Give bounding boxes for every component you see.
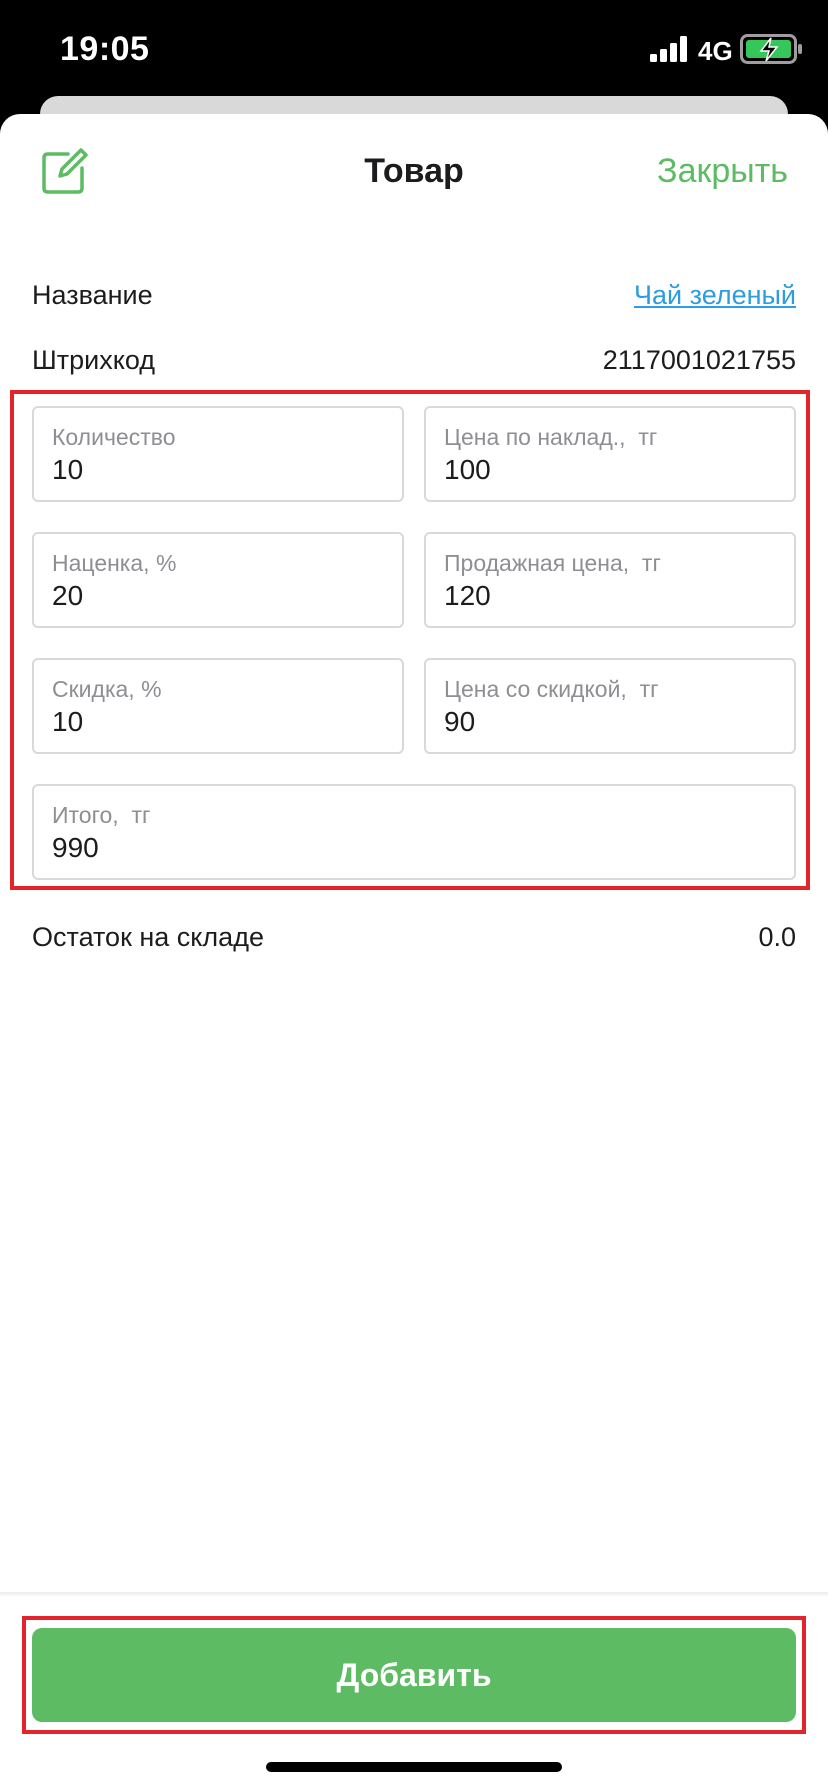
barcode-row: Штрихкод 2117001021755	[32, 345, 796, 389]
name-row: Название Чай зеленый	[32, 280, 796, 324]
product-name-link[interactable]: Чай зеленый	[634, 280, 796, 311]
battery-charging-icon	[740, 34, 802, 64]
quantity-label: Количество	[52, 424, 176, 450]
status-bar: 19:05 4G	[0, 0, 828, 100]
barcode-label: Штрихкод	[32, 345, 156, 375]
discounted-price-value: 90	[444, 706, 476, 737]
markup-value: 20	[52, 580, 84, 611]
sale-price-value: 120	[444, 580, 491, 611]
stock-row: Остаток на складе 0.0	[32, 922, 796, 966]
signal-icon	[650, 36, 687, 62]
status-time: 19:05	[60, 30, 150, 68]
total-value: 990	[52, 832, 99, 863]
add-button[interactable]: Добавить	[32, 1628, 796, 1722]
discount-value: 10	[52, 706, 84, 737]
markup-label: Наценка, %	[52, 550, 177, 576]
total-label: Итого, тг	[52, 802, 151, 828]
sale-price-field[interactable]: Продажная цена, тг 120	[424, 532, 796, 628]
stock-value: 0.0	[758, 922, 796, 952]
total-field[interactable]: Итого, тг 990	[32, 784, 796, 880]
discount-field[interactable]: Скидка, % 10	[32, 658, 404, 754]
markup-field[interactable]: Наценка, % 20	[32, 532, 404, 628]
sale-price-label: Продажная цена, тг	[444, 550, 661, 576]
discounted-price-field[interactable]: Цена со скидкой, тг 90	[424, 658, 796, 754]
discount-label: Скидка, %	[52, 676, 162, 702]
invoice-price-field[interactable]: Цена по наклад., тг 100	[424, 406, 796, 502]
stock-label: Остаток на складе	[32, 922, 264, 952]
name-label: Название	[32, 280, 153, 310]
network-label: 4G	[698, 36, 733, 66]
bottom-divider	[0, 1592, 828, 1596]
invoice-price-value: 100	[444, 454, 491, 485]
invoice-price-label: Цена по наклад., тг	[444, 424, 658, 450]
product-sheet: Товар Закрыть Название Чай зеленый Штрих…	[0, 114, 828, 1792]
close-button[interactable]: Закрыть	[657, 152, 788, 191]
quantity-value: 10	[52, 454, 84, 485]
barcode-value: 2117001021755	[602, 345, 796, 375]
home-indicator[interactable]	[266, 1762, 562, 1772]
sheet-header: Товар Закрыть	[0, 114, 828, 234]
quantity-field[interactable]: Количество 10	[32, 406, 404, 502]
discounted-price-label: Цена со скидкой, тг	[444, 676, 659, 702]
